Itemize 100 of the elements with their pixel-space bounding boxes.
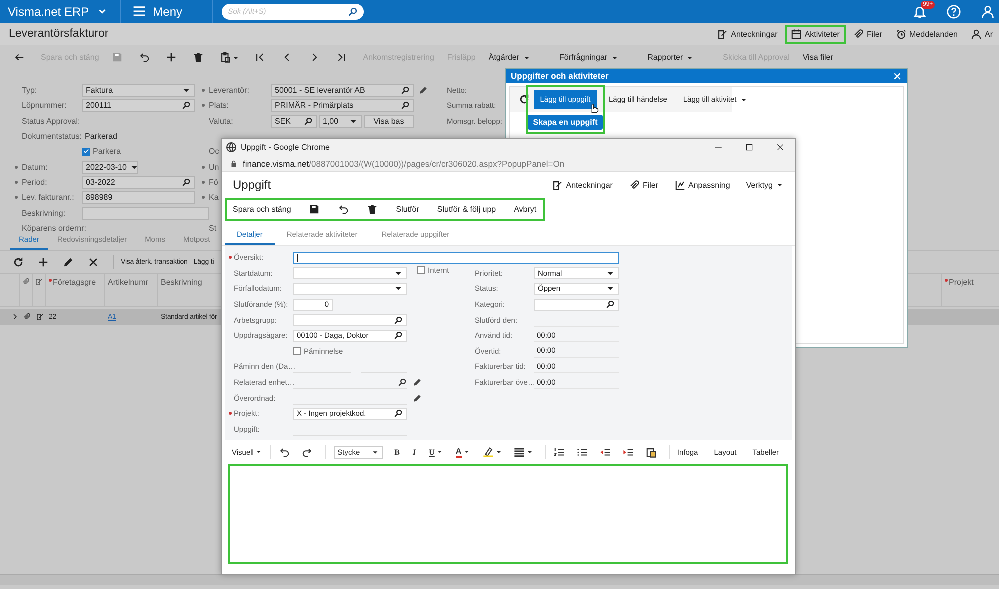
paperclip-icon: [852, 28, 864, 40]
indent-icon[interactable]: [622, 446, 634, 458]
format-button[interactable]: A: [456, 446, 470, 458]
field-label: Datum:: [22, 162, 48, 172]
paperclip-icon: [22, 278, 30, 286]
toolbar-button[interactable]: Visa filer: [802, 53, 834, 62]
checkbox[interactable]: [82, 148, 90, 156]
pencil-icon[interactable]: [419, 86, 428, 96]
header-action-button[interactable]: Anteckningar: [711, 24, 784, 44]
redo-icon[interactable]: [302, 446, 313, 458]
lookup-field[interactable]: 200111: [82, 99, 195, 112]
undo-icon[interactable]: [338, 204, 350, 215]
format-button[interactable]: I: [413, 448, 416, 457]
dropdown-field[interactable]: Faktura: [82, 84, 195, 98]
input-field[interactable]: 898989: [82, 191, 195, 204]
user-icon[interactable]: [981, 4, 995, 18]
trash-icon[interactable]: [367, 204, 378, 215]
lookup-field[interactable]: SEK: [271, 114, 317, 128]
caret-icon[interactable]: [526, 448, 534, 456]
last-page-icon[interactable]: [336, 52, 348, 63]
field-label: Fö: [209, 178, 218, 187]
lookup-field[interactable]: 03-2022: [82, 176, 195, 189]
close-icon[interactable]: [776, 143, 785, 152]
bullet-list-icon[interactable]: [576, 446, 588, 458]
trash-icon[interactable]: [193, 52, 204, 63]
save-icon[interactable]: [309, 204, 320, 215]
search-icon: [394, 409, 403, 418]
note-icon: [717, 28, 728, 40]
header-action-button[interactable]: Anpassning: [674, 180, 730, 190]
highlighter-icon[interactable]: [482, 446, 494, 458]
toolbar-button[interactable]: Slutför: [396, 205, 420, 214]
dropdown-field[interactable]: [293, 282, 407, 295]
outdent-icon[interactable]: [600, 446, 611, 458]
close-icon[interactable]: [88, 256, 99, 268]
dropdown-menu-button[interactable]: Förfrågningar: [560, 53, 635, 62]
undo-icon[interactable]: [278, 446, 290, 458]
column-header[interactable]: Företagsgre: [53, 278, 96, 287]
toolbar-button[interactable]: Avbryt: [514, 205, 537, 214]
dropdown-field[interactable]: 1,00: [319, 114, 362, 128]
header-action-button[interactable]: Ar: [965, 24, 999, 44]
first-page-icon[interactable]: [255, 52, 266, 63]
caret-icon: [372, 448, 379, 456]
next-icon: [11, 313, 19, 321]
field-label: Ka: [209, 193, 219, 202]
lookup-field[interactable]: [293, 314, 407, 326]
dialog-title: Uppgifter och aktiviteter: [511, 71, 609, 81]
dropdown-menu-button[interactable]: Rapporter: [648, 53, 710, 62]
bell-icon[interactable]: [913, 4, 927, 18]
column-header[interactable]: Projekt: [949, 278, 974, 287]
app-name[interactable]: Visma.net ERP: [8, 4, 90, 18]
search-icon[interactable]: [348, 6, 358, 16]
show-base-button[interactable]: Visa bas: [364, 114, 414, 128]
caret-icon: [256, 449, 262, 456]
checkbox[interactable]: [293, 347, 301, 356]
header-action-button[interactable]: Verktyg: [746, 180, 784, 190]
header-action-button[interactable]: Filer: [846, 24, 889, 44]
clipboard-icon[interactable]: [220, 52, 232, 63]
format-button[interactable]: B: [394, 448, 400, 457]
search-icon[interactable]: [398, 378, 407, 387]
dropdown-menu-button[interactable]: Åtgärder: [488, 53, 547, 62]
field-label: Beskrivning:: [22, 208, 66, 218]
field-label: Status Approval:: [22, 116, 80, 126]
refresh-icon[interactable]: [13, 256, 24, 268]
maximize-icon[interactable]: [745, 143, 754, 152]
column-header[interactable]: Artikelnumr: [108, 278, 148, 287]
input-field[interactable]: [82, 206, 209, 220]
pencil-icon[interactable]: [63, 256, 74, 268]
search-icon: [304, 116, 313, 126]
search-icon: [394, 316, 403, 325]
tooltip: Skapa en uppgift: [528, 115, 603, 130]
back-arrow-icon[interactable]: [14, 52, 25, 63]
plus-icon[interactable]: [38, 256, 49, 268]
dropdown-field[interactable]: 2022-03-10: [82, 160, 138, 174]
paste-icon[interactable]: [646, 446, 657, 458]
column-header[interactable]: Beskrivning: [161, 278, 202, 287]
url-text[interactable]: finance.visma.net/0887001003/(W(10000))/pages/cr/cr306020.aspx?PopupPanel=On: [243, 158, 565, 168]
horizontal-scrollbar[interactable]: [0, 574, 999, 585]
plus-icon[interactable]: [166, 52, 178, 63]
caret-icon[interactable]: [494, 448, 503, 456]
lookup-field[interactable]: 50001 - SE leverantör AB: [271, 84, 414, 98]
header-action-button[interactable]: Filer: [628, 180, 658, 190]
note-icon: [36, 313, 44, 321]
input-field[interactable]: [293, 252, 619, 264]
header-action-button[interactable]: Anteckningar: [552, 180, 613, 190]
field-label: Löpnummer:: [22, 101, 67, 110]
header-action-button[interactable]: Meddelanden: [890, 24, 964, 44]
checkbox[interactable]: [417, 266, 425, 274]
toolbar-button[interactable]: Spara och stäng: [233, 205, 292, 214]
refresh-icon[interactable]: [519, 94, 530, 105]
dropdown-field[interactable]: [293, 267, 407, 280]
search-icon: [394, 331, 403, 340]
align-icon[interactable]: [514, 446, 525, 458]
lookup-field[interactable]: [534, 298, 619, 311]
lookup-field[interactable]: PRIMÄR - Primärplats: [271, 99, 414, 112]
header-action-button[interactable]: Aktiviteter: [784, 24, 846, 44]
format-button[interactable]: U: [429, 448, 443, 457]
undo-icon[interactable]: [139, 52, 150, 63]
help-icon[interactable]: [947, 4, 961, 18]
toolbar-button[interactable]: Slutför & följ upp: [437, 205, 496, 214]
numbered-list-icon[interactable]: [554, 446, 565, 458]
